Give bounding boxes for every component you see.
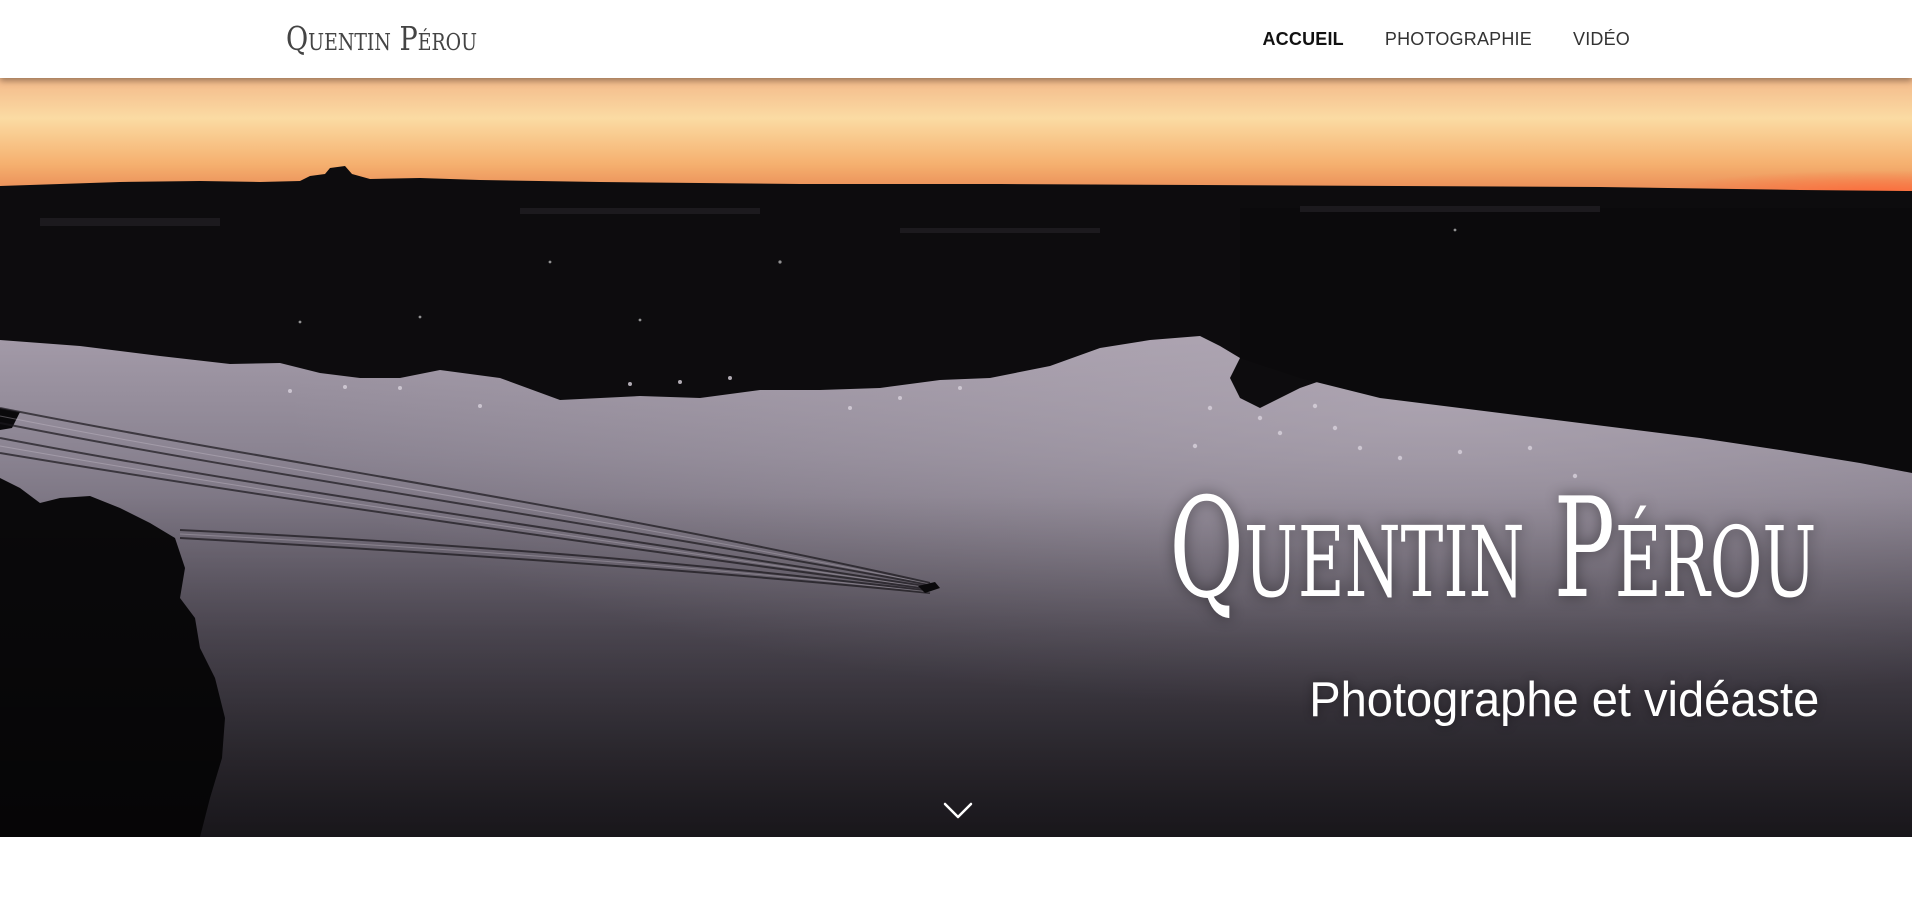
site-header: Quentin Pérou ACCUEIL PHOTOGRAPHIE VIDÉO — [0, 0, 1912, 78]
hero-subtitle: Photographe et vidéaste — [1309, 673, 1819, 727]
main-nav: ACCUEIL PHOTOGRAPHIE VIDÉO — [1262, 0, 1630, 78]
nav-item-accueil[interactable]: ACCUEIL — [1262, 29, 1343, 50]
hero-section: Quentin Pérou Photographe et vidéaste — [0, 78, 1912, 837]
hero-title: Quentin Pérou — [1169, 468, 1816, 629]
chevron-down-icon[interactable] — [943, 800, 973, 822]
content-area — [0, 837, 1912, 913]
nav-item-photographie[interactable]: PHOTOGRAPHIE — [1385, 29, 1532, 50]
nav-item-video[interactable]: VIDÉO — [1573, 29, 1630, 50]
site-logo[interactable]: Quentin Pérou — [286, 14, 477, 64]
